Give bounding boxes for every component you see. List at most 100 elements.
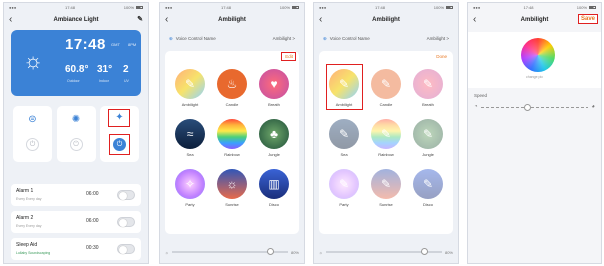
alarm-time: 06:00 (86, 218, 99, 224)
slider-thumb[interactable] (267, 248, 275, 256)
voice-control-row[interactable]: ⊕ Voice Control Name Ambilight > (165, 31, 299, 46)
pencil-icon: ✎ (175, 69, 205, 99)
effect-label: Breath (422, 102, 434, 107)
back-icon[interactable]: ‹ (473, 14, 476, 25)
color-picker-label: change pic (526, 75, 543, 79)
effect-rainbow[interactable]: ✎ Rainbow (365, 119, 407, 157)
back-icon[interactable]: ‹ (9, 14, 12, 25)
alarm-name: Alarm 2 (16, 215, 34, 221)
effect-sea[interactable]: ≈ Sea (169, 119, 211, 157)
status-battery-label: 100% (433, 5, 444, 10)
mode-card-ambilight[interactable]: ✦ ⏻ (100, 106, 139, 162)
effect-label: Ambilight (181, 102, 199, 107)
edit-icon[interactable]: ✎ (137, 15, 143, 23)
slider-thumb[interactable] (421, 248, 429, 256)
effect-sea[interactable]: ✎ Sea (323, 119, 365, 157)
back-icon[interactable]: ‹ (319, 14, 322, 25)
carrier-signal: ●●● (165, 5, 173, 10)
slider-track[interactable] (171, 248, 288, 256)
voice-icon: ⊕ (323, 35, 327, 41)
brightness-slider[interactable]: ☼ 80% (165, 245, 299, 259)
fast-icon: ◕ (591, 104, 595, 110)
pencil-icon: ✎ (329, 119, 359, 149)
nav-bar: ‹ Ambilight Save (468, 12, 601, 27)
alarm-row[interactable]: Alarm 2 Every Every day 06:00 (11, 211, 141, 233)
effect-ambilight[interactable]: ✎ Ambilight (169, 69, 211, 107)
speed-track[interactable] (480, 103, 589, 111)
pencil-icon: ✎ (371, 69, 401, 99)
effect-candle[interactable]: ✎ Candle (365, 69, 407, 107)
effect-label: Sunrise (379, 202, 393, 207)
ambilight-screen: ●●● 17:48 100% ‹ Ambilight ⊕ Voice Contro… (159, 2, 305, 264)
effect-disco[interactable]: ✎ Disco (407, 169, 449, 207)
power-icon[interactable]: ⏻ (69, 138, 83, 151)
slider-value: 80% (444, 249, 453, 255)
status-time: 17:48 (221, 5, 232, 10)
voice-value: Ambilight > (426, 36, 449, 41)
battery-icon (446, 6, 453, 9)
slider-track[interactable] (325, 248, 442, 256)
effect-candle[interactable]: ♨ Candle (211, 69, 253, 107)
save-button[interactable]: Save (577, 14, 598, 24)
ambilight-edit-screen: ●●● 17:48 100% ‹ Ambilight ⊕ Voice Contro… (313, 2, 459, 264)
voice-value: Ambilight > (272, 36, 295, 41)
alarm-toggle[interactable] (117, 190, 135, 200)
effect-party[interactable]: ✧ Party (169, 169, 211, 207)
carrier-signal: ●●● (9, 5, 17, 10)
effect-sunrise[interactable]: ☼ Sunrise (211, 169, 253, 207)
speed-thumb[interactable] (523, 103, 531, 111)
battery-icon (136, 6, 143, 9)
done-button[interactable]: Done (436, 54, 447, 59)
effect-label: Breath (268, 102, 280, 107)
effect-label: Disco (422, 202, 433, 207)
effect-party[interactable]: ✎ Party (323, 169, 365, 207)
sleep-aid-name: Sleep Aid (16, 242, 38, 248)
sleep-aid-time: 00:30 (86, 245, 99, 251)
count-value: 2 (123, 64, 129, 75)
effect-label: Rainbow (378, 152, 394, 157)
voice-label: Voice Control Name (329, 36, 370, 41)
effect-disco[interactable]: ▥ Disco (253, 169, 295, 207)
rainbow-icon (217, 119, 247, 149)
effect-label: Jungle (422, 152, 434, 157)
effect-jungle[interactable]: ✎ Jungle (407, 119, 449, 157)
effect-label: Party (339, 202, 349, 207)
alarm-time: 06:00 (86, 191, 99, 197)
effect-rainbow[interactable]: Rainbow (211, 119, 253, 157)
sun-icon: ☼ (23, 48, 44, 73)
mode-card-lamp[interactable]: ⊜ ⏻ (13, 106, 52, 162)
status-battery-label: 100% (279, 5, 290, 10)
voice-control-row[interactable]: ⊕ Voice Control Name Ambilight > (319, 31, 453, 46)
status-bar: ●●● 17:48 100% (468, 3, 601, 12)
alarm-toggle[interactable] (117, 217, 135, 227)
battery-icon (292, 6, 299, 9)
nav-bar: ‹ Ambilight (314, 12, 458, 27)
wave-icon: ≈ (175, 119, 205, 149)
alarm-row[interactable]: Alarm 1 Every Every day 06:00 (11, 184, 141, 206)
effect-sunrise[interactable]: ✎ Sunrise (365, 169, 407, 207)
power-icon[interactable]: ⏻ (26, 138, 39, 151)
nav-bar: ‹ Ambiance Light ✎ (4, 12, 148, 27)
pencil-icon: ✎ (371, 119, 401, 149)
ambilight-detail-screen: ●●● 17:48 100% ‹ Ambilight Save change p… (467, 2, 602, 264)
sleep-aid-toggle[interactable] (117, 244, 135, 254)
effect-label: Sunrise (225, 202, 239, 207)
humidity-value: 31° (97, 64, 113, 75)
back-icon[interactable]: ‹ (165, 14, 168, 25)
color-wheel[interactable] (521, 38, 555, 72)
color-picker-card: change pic (468, 32, 601, 88)
mode-card-light[interactable]: ✺ ⏻ (56, 106, 96, 162)
effect-label: Candle (225, 102, 239, 107)
brightness-slider[interactable]: ☼ 80% (319, 245, 453, 259)
effect-breath[interactable]: ✎ Breath (407, 69, 449, 107)
sleep-aid-row[interactable]: Sleep Aid Lullaby Soundscaping 00:30 (11, 238, 141, 260)
effect-jungle[interactable]: ♣ Jungle (253, 119, 295, 157)
speed-label: Speed (474, 93, 488, 98)
heart-icon: ♥ (259, 69, 289, 99)
effect-label: Candle (379, 102, 393, 107)
highlight-box (108, 109, 130, 127)
effect-breath[interactable]: ♥ Breath (253, 69, 295, 107)
lamp-icon: ⊜ (28, 114, 37, 125)
pencil-icon: ✎ (371, 169, 401, 199)
speed-slider[interactable]: ◔ ◕ (474, 101, 595, 113)
